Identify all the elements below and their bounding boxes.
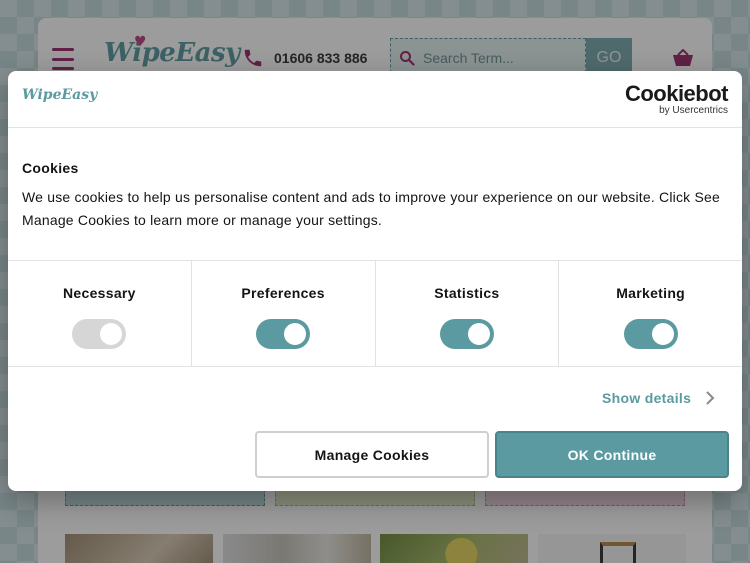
consent-toggles: Necessary Preferences Statistics Marketi…	[8, 260, 742, 367]
dialog-title: Cookies	[22, 160, 79, 176]
toggle-label: Statistics	[434, 285, 500, 301]
dialog-body-text: We use cookies to help us personalise co…	[22, 189, 720, 228]
marketing-switch[interactable]	[623, 319, 678, 349]
ok-continue-button[interactable]: OK Continue	[495, 431, 729, 478]
preferences-switch[interactable]	[256, 319, 311, 349]
toggle-statistics: Statistics	[376, 261, 560, 366]
necessary-switch	[72, 319, 127, 349]
chevron-right-icon	[706, 391, 715, 405]
cookiebot-name: Cookiebot	[624, 81, 729, 106]
toggle-preferences: Preferences	[192, 261, 376, 366]
show-details-link[interactable]: Show details	[602, 390, 715, 406]
dialog-header: WipeEasy Cookiebot by Usercentrics	[8, 71, 742, 128]
cookie-consent-dialog: WipeEasy Cookiebot by Usercentrics Cooki…	[8, 71, 742, 491]
statistics-switch[interactable]	[439, 319, 494, 349]
toggle-necessary: Necessary	[8, 261, 192, 366]
cookiebot-subtitle: by Usercentrics	[659, 105, 728, 116]
toggle-label: Marketing	[616, 285, 686, 301]
toggle-label: Preferences	[241, 285, 325, 301]
manage-cookies-button[interactable]: Manage Cookies	[255, 431, 489, 478]
cookiebot-logo[interactable]: Cookiebot by Usercentrics	[624, 81, 729, 117]
toggle-label: Necessary	[62, 285, 136, 301]
dialog-brand-logo: WipeEasy	[22, 87, 98, 103]
toggle-marketing: Marketing	[559, 261, 742, 366]
show-details-label: Show details	[602, 390, 692, 406]
